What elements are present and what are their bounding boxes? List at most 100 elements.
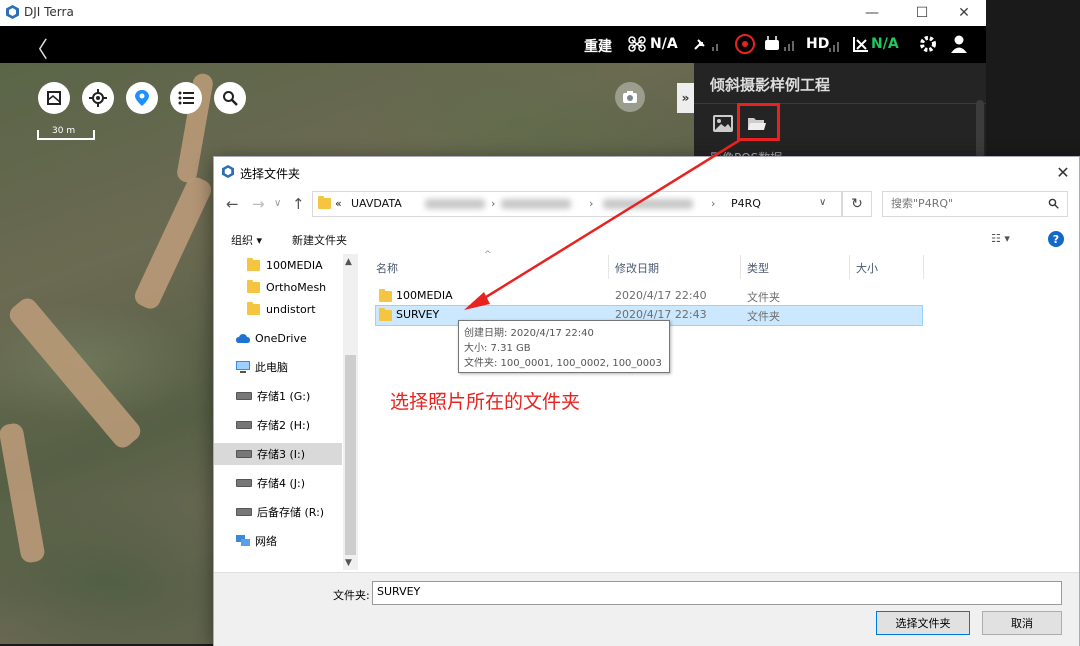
folder-icon bbox=[379, 289, 392, 302]
obstacle-avoidance-icon bbox=[735, 34, 755, 54]
nav-item-drive-i[interactable]: 存储3 (I:) bbox=[214, 443, 342, 465]
minimize-icon: — bbox=[865, 5, 879, 21]
nav-item-drive-r[interactable]: 后备存储 (R:) bbox=[214, 501, 342, 523]
column-divider[interactable] bbox=[740, 255, 741, 279]
map-frame-icon bbox=[47, 91, 61, 105]
dialog-close-button[interactable]: ✕ bbox=[1050, 160, 1076, 184]
map-view-button[interactable] bbox=[38, 82, 70, 114]
column-header-name[interactable]: 名称 bbox=[376, 260, 398, 276]
address-segment-blurred[interactable] bbox=[603, 199, 693, 209]
search-box[interactable] bbox=[882, 191, 1068, 217]
address-dropdown-icon[interactable]: ∨ bbox=[819, 197, 826, 208]
folder-input[interactable] bbox=[377, 585, 1037, 598]
map-search-button[interactable] bbox=[214, 82, 246, 114]
dialog-app-icon bbox=[222, 165, 234, 178]
maximize-button[interactable]: ☐ bbox=[900, 0, 944, 26]
navigation-pane: 100MEDIA OrthoMesh undistort OneDrive 此电… bbox=[214, 252, 358, 572]
scroll-down-icon[interactable]: ▼ bbox=[345, 558, 352, 568]
settings-gear-icon[interactable] bbox=[918, 34, 938, 54]
up-arrow-icon[interactable]: ↑ bbox=[292, 195, 305, 213]
address-bar[interactable]: « UAVDATA › › › P4RQ ∨ bbox=[312, 191, 842, 217]
image-icon[interactable] bbox=[713, 115, 733, 132]
refresh-icon: ↻ bbox=[851, 196, 863, 212]
search-icon[interactable] bbox=[1048, 198, 1059, 209]
nav-item-network[interactable]: 网络 bbox=[214, 530, 342, 552]
command-bar: 组织 ▾ 新建文件夹 ☷ ▾ bbox=[214, 227, 1079, 251]
select-folder-button[interactable]: 选择文件夹 bbox=[876, 611, 970, 635]
column-divider[interactable] bbox=[849, 255, 850, 279]
user-icon[interactable] bbox=[950, 34, 968, 54]
column-header-size[interactable]: 大小 bbox=[856, 260, 878, 276]
camera-button[interactable] bbox=[615, 82, 645, 112]
file-type: 文件夹 bbox=[747, 291, 780, 304]
drone-icon bbox=[628, 36, 646, 52]
tooltip-created: 创建日期: 2020/4/17 22:40 bbox=[464, 328, 594, 339]
close-icon: ✕ bbox=[958, 5, 970, 21]
nav-item-100media[interactable]: 100MEDIA bbox=[214, 254, 342, 276]
panel-scrollbar[interactable] bbox=[976, 100, 984, 158]
drive-icon bbox=[236, 392, 252, 400]
select-folder-dialog: 选择文件夹 ✕ ← → ∨ ↑ « UAVDATA › › › P4RQ ∨ ↻… bbox=[213, 156, 1080, 646]
address-segment-blurred[interactable] bbox=[501, 199, 571, 209]
help-icon[interactable]: ? bbox=[1048, 231, 1064, 247]
folder-icon bbox=[247, 301, 260, 315]
app-title-bar: DJI Terra — ☐ ✕ bbox=[0, 0, 986, 27]
address-segment-uavdata[interactable]: UAVDATA bbox=[351, 197, 402, 210]
folder-icon bbox=[247, 257, 260, 271]
nav-item-this-pc[interactable]: 此电脑 bbox=[214, 356, 342, 378]
column-header-modified[interactable]: 修改日期 bbox=[615, 260, 659, 276]
rc-battery-icon bbox=[853, 37, 868, 52]
drone-status: N/A bbox=[650, 36, 678, 52]
cloud-icon bbox=[236, 333, 250, 343]
folder-field-label: 文件夹: bbox=[333, 589, 370, 602]
annotation-caption: 选择照片所在的文件夹 bbox=[390, 391, 581, 413]
drive-icon bbox=[236, 421, 252, 429]
dialog-title: 选择文件夹 bbox=[240, 167, 301, 181]
network-icon bbox=[236, 535, 250, 546]
address-separator: › bbox=[711, 197, 716, 210]
recent-dropdown-icon[interactable]: ∨ bbox=[274, 198, 281, 209]
scroll-up-icon[interactable]: ▲ bbox=[345, 257, 352, 267]
list-button[interactable] bbox=[170, 82, 202, 114]
nav-item-drive-j[interactable]: 存储4 (J:) bbox=[214, 472, 342, 494]
map-pin-icon bbox=[135, 90, 149, 106]
locate-button[interactable] bbox=[82, 82, 114, 114]
nav-item-undistort[interactable]: undistort bbox=[214, 298, 342, 320]
cancel-button[interactable]: 取消 bbox=[982, 611, 1062, 635]
forward-arrow-icon[interactable]: → bbox=[252, 195, 265, 213]
minimize-button[interactable]: — bbox=[850, 0, 894, 26]
close-icon: ✕ bbox=[1056, 162, 1070, 182]
rebuild-button[interactable]: 重建 bbox=[584, 36, 612, 56]
organize-menu[interactable]: 组织 ▾ bbox=[231, 232, 262, 248]
hd-signal-icon bbox=[829, 42, 839, 52]
address-overflow[interactable]: « bbox=[335, 197, 342, 210]
address-segment-p4rq[interactable]: P4RQ bbox=[731, 197, 761, 210]
new-folder-button[interactable]: 新建文件夹 bbox=[292, 232, 347, 248]
view-options-icon[interactable]: ☷ ▾ bbox=[991, 232, 1010, 245]
column-divider[interactable] bbox=[923, 255, 924, 279]
folder-field[interactable] bbox=[372, 581, 1062, 605]
refresh-button[interactable]: ↻ bbox=[842, 191, 872, 217]
back-button[interactable]: 〈 bbox=[26, 32, 48, 64]
back-arrow-icon[interactable]: ← bbox=[226, 195, 239, 213]
close-button[interactable]: ✕ bbox=[942, 0, 986, 26]
marker-button[interactable] bbox=[126, 82, 158, 114]
nav-item-drive-h[interactable]: 存储2 (H:) bbox=[214, 414, 342, 436]
nav-scroll-thumb[interactable] bbox=[345, 355, 356, 555]
file-type: 文件夹 bbox=[747, 310, 780, 323]
address-separator: › bbox=[589, 197, 594, 210]
search-input[interactable] bbox=[891, 197, 1041, 210]
nav-item-drive-g[interactable]: 存储1 (G:) bbox=[214, 385, 342, 407]
column-divider[interactable] bbox=[608, 255, 609, 279]
rc-status: N/A bbox=[871, 36, 899, 52]
file-row[interactable]: 100MEDIA 2020/4/17 22:40 文件夹 bbox=[375, 286, 921, 305]
sort-ascending-icon: ^ bbox=[484, 250, 492, 260]
nav-item-orthomesh[interactable]: OrthoMesh bbox=[214, 276, 342, 298]
panel-collapse-button[interactable]: » bbox=[677, 83, 694, 113]
column-header-type[interactable]: 类型 bbox=[747, 260, 769, 276]
camera-icon bbox=[623, 91, 637, 103]
tooltip-folders: 文件夹: 100_0001, 100_0002, 100_0003 bbox=[464, 358, 662, 369]
top-status-bar: 〈 重建 N/A HD N/A bbox=[0, 26, 986, 63]
nav-item-onedrive[interactable]: OneDrive bbox=[214, 327, 342, 349]
address-segment-blurred[interactable] bbox=[425, 199, 485, 209]
